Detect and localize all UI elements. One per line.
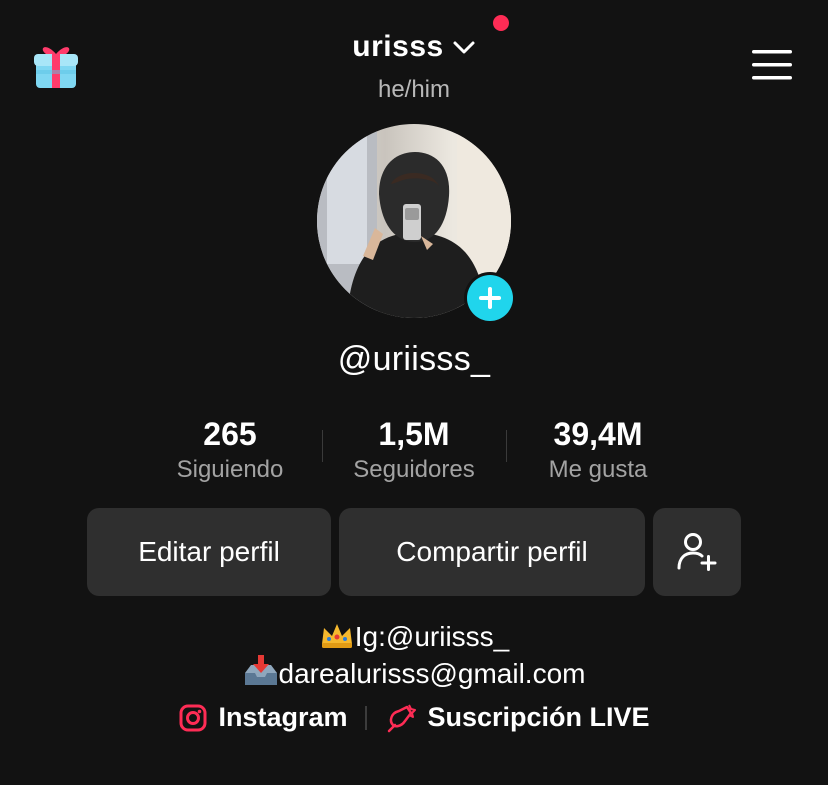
stat-following[interactable]: 265 Siguiendo: [140, 414, 320, 486]
chevron-down-icon: [453, 41, 475, 54]
profile-handle: @uriisss_: [337, 340, 491, 378]
bio-line-1: Ig:@uriisss_: [354, 620, 510, 652]
stat-following-value: 265: [203, 416, 257, 452]
stat-divider: [322, 430, 323, 462]
links-divider: [365, 705, 368, 730]
add-friend-button[interactable]: [653, 508, 741, 596]
notification-dot: [493, 15, 509, 31]
edit-profile-button[interactable]: Editar perfil: [87, 508, 331, 596]
live-subscription-label: Suscripción LIVE: [427, 702, 650, 732]
instagram-icon: [179, 704, 207, 731]
hamburger-menu-icon[interactable]: [750, 48, 794, 82]
stat-followers[interactable]: 1,5M Seguidores: [324, 414, 504, 486]
pronouns: he/him: [377, 76, 451, 103]
profile-links: Instagram Suscripción LIVE: [0, 702, 828, 733]
crown-icon: [319, 620, 355, 657]
instagram-link[interactable]: Instagram: [178, 702, 347, 733]
add-friend-icon: [677, 533, 717, 571]
instagram-label: Instagram: [218, 702, 348, 732]
stat-likes[interactable]: 39,4M Me gusta: [508, 414, 688, 486]
bio-instagram-line: Ig:@uriisss_: [0, 620, 828, 657]
username-header: urisss: [0, 30, 828, 64]
live-subscription-icon: [388, 704, 417, 732]
share-profile-button[interactable]: Compartir perfil: [339, 508, 645, 596]
live-subscription-link[interactable]: Suscripción LIVE: [385, 702, 650, 733]
username-text: urisss: [352, 30, 444, 63]
stat-divider: [506, 430, 507, 462]
add-avatar-button[interactable]: [464, 272, 516, 324]
inbox-tray-icon: [243, 655, 279, 696]
tab-bar-edge: [0, 778, 828, 785]
bio-email-line: darealurisss@gmail.com: [0, 655, 828, 696]
account-switcher[interactable]: urisss: [352, 30, 475, 64]
stat-likes-label: Me gusta: [548, 456, 648, 483]
stat-followers-label: Seguidores: [353, 456, 475, 483]
stat-followers-value: 1,5M: [378, 416, 450, 452]
stat-likes-value: 39,4M: [553, 416, 643, 452]
plus-icon: [467, 275, 513, 321]
bio-line-2: darealurisss@gmail.com: [278, 657, 586, 689]
stat-following-label: Siguiendo: [176, 456, 284, 483]
